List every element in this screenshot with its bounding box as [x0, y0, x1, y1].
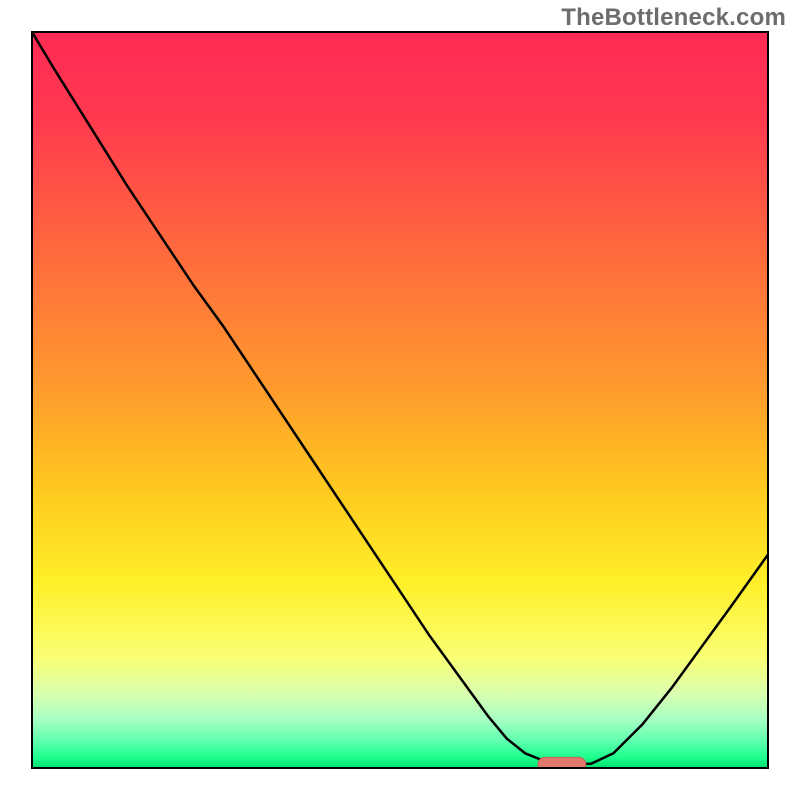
- plot-background: [32, 32, 768, 768]
- optimal-marker: [538, 757, 586, 771]
- chart-svg: [0, 0, 800, 800]
- watermark-text: TheBottleneck.com: [561, 4, 786, 32]
- bottleneck-chart: TheBottleneck.com: [0, 0, 800, 800]
